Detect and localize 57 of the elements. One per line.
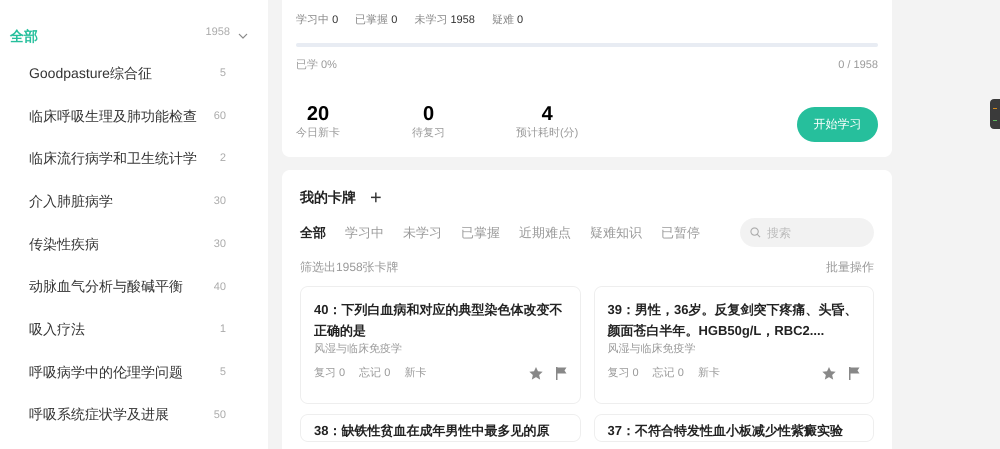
star-icon[interactable] — [822, 366, 836, 380]
search-icon — [750, 227, 761, 238]
sidebar-item[interactable]: 临床流行病学和卫生统计学 2 — [10, 137, 248, 180]
sidebar-item[interactable]: 动脉血气分析与酸碱平衡 40 — [10, 265, 248, 308]
flag-icon[interactable] — [848, 366, 860, 380]
sidebar-item[interactable]: 呼吸系统症状学及进展 50 — [10, 394, 248, 436]
flag-icon[interactable] — [554, 366, 566, 380]
status-count: 学习中 0 — [296, 13, 338, 28]
stat-label: 今日新卡 — [296, 126, 340, 141]
card-title: 38：缺铁性贫血在成年男性中最多见的原 — [314, 422, 550, 440]
star-icon[interactable] — [528, 366, 542, 380]
item-count: 1958 — [206, 24, 230, 40]
sidebar-item[interactable]: 呼吸病学中的伦理学问题 5 — [10, 350, 248, 394]
review-count: 复习 0 — [608, 366, 639, 381]
card-status: 新卡 — [404, 366, 426, 381]
filter-summary: 筛选出1958张卡牌 — [300, 259, 399, 276]
item-count: 50 — [214, 408, 226, 423]
panel-title: 我的卡牌 — [300, 188, 356, 207]
item-count: 60 — [214, 108, 226, 124]
item-count: 5 — [220, 364, 226, 380]
flash-card[interactable]: 40：下列白血病和对应的典型染色体改变不正确的是 风湿与临床免疫学 复习 0 忘记 0 新卡 — [300, 286, 580, 404]
sidebar-item[interactable]: 介入肺脏病学 30 — [10, 180, 248, 223]
stat-value: 4 — [542, 103, 553, 125]
sidebar-item[interactable]: 传染性疾病 30 — [10, 222, 248, 266]
card-subject: 风湿与临床免疫学 — [608, 342, 696, 357]
review-count: 复习 0 — [314, 366, 346, 381]
progress-label: 已学 0% — [296, 58, 337, 72]
card-title: 39：男性，36岁。反复剑突下疼痛、头昏、颜面苍白半年。HGB50g/L，RBC2.... — [608, 301, 858, 340]
forgot-count: 忘记 0 — [359, 366, 390, 381]
item-count: 2 — [220, 151, 226, 166]
sidebar-item[interactable]: 吸入疗法 1 — [10, 308, 248, 351]
card-title: 40：下列白血病和对应的典型染色体改变不正确的是 — [314, 301, 564, 340]
item-count: 30 — [214, 236, 226, 252]
sidebar-item[interactable]: Goodpasture综合征 5 — [10, 52, 248, 95]
stat-value: 0 — [422, 103, 434, 125]
item-count: 1 — [220, 322, 226, 338]
sidebar-item[interactable]: 临床呼吸生理及肺功能检查 60 — [10, 94, 248, 138]
add-button[interactable]: + — [370, 188, 382, 208]
flash-card[interactable]: 38：缺铁性贫血在成年男性中最多见的原 — [300, 414, 580, 442]
card-title: 37：不符合特发性血小板减少性紫癜实验 — [608, 422, 844, 440]
stat-label: 待复习 — [412, 126, 445, 141]
card-subject: 风湿与临床免疫学 — [314, 342, 403, 357]
filter-tab[interactable]: 全部 — [300, 222, 326, 242]
status-count: 已掌握 0 — [355, 13, 398, 28]
flash-card[interactable]: 39：男性，36岁。反复剑突下疼痛、头昏、颜面苍白半年。HGB50g/L，RBC2.... 风湿与临床免疫学 复习 0 忘记 0 新卡 — [594, 286, 874, 404]
forgot-count: 忘记 0 — [652, 366, 684, 381]
status-count: 未学习 1958 — [414, 13, 475, 28]
progress-reading: 0 / 1958 — [838, 58, 878, 72]
status-count: 疑难 0 — [492, 13, 524, 28]
flash-card[interactable]: 37：不符合特发性血小板减少性紫癜实验 — [594, 414, 874, 442]
item-count: 5 — [220, 66, 226, 82]
stat-value: 20 — [306, 103, 330, 125]
item-count: 40 — [214, 280, 226, 295]
stat-label: 预计耗时(分) — [516, 126, 578, 141]
card-status: 新卡 — [698, 366, 720, 381]
floating-widget-icon[interactable] — [990, 99, 1000, 129]
item-count: 30 — [214, 194, 226, 210]
